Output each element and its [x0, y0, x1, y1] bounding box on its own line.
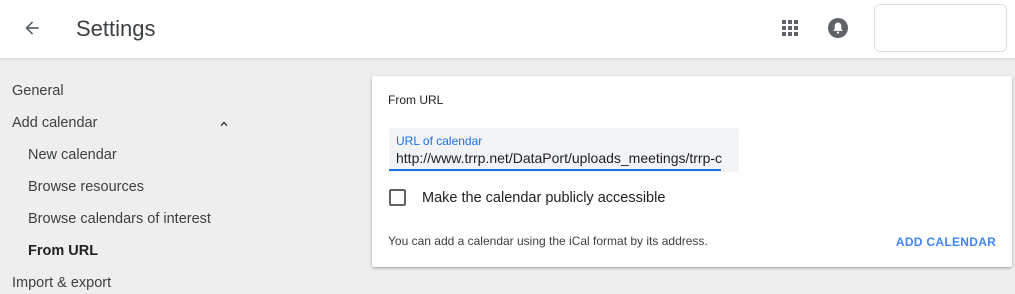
settings-sidebar: General Add calendar New calendar Browse… — [0, 60, 250, 294]
public-access-label[interactable]: Make the calendar publicly accessible — [422, 188, 665, 208]
from-url-card: From URL URL of calendar Make the calend… — [372, 76, 1012, 267]
apps-grid-icon — [782, 20, 798, 36]
apps-button[interactable] — [776, 14, 804, 42]
arrow-back-icon — [25, 21, 39, 35]
url-field[interactable]: URL of calendar — [389, 128, 739, 172]
notifications-button[interactable] — [824, 14, 852, 42]
collapse-add-calendar-button[interactable] — [215, 115, 233, 133]
add-calendar-button[interactable]: ADD CALENDAR — [892, 228, 1000, 256]
sidebar-item-import-export[interactable]: Import & export — [12, 271, 111, 294]
ical-hint-text: You can add a calendar using the iCal fo… — [388, 234, 708, 248]
sidebar-item-browse-resources[interactable]: Browse resources — [28, 175, 144, 199]
sidebar-item-new-calendar[interactable]: New calendar — [28, 143, 117, 167]
sidebar-item-general[interactable]: General — [12, 79, 64, 103]
sidebar-item-from-url[interactable]: From URL — [28, 239, 98, 263]
top-app-bar: Settings — [0, 0, 1015, 59]
sidebar-item-browse-calendars-of-interest[interactable]: Browse calendars of interest — [28, 207, 211, 231]
public-access-checkbox[interactable] — [389, 189, 406, 206]
card-title: From URL — [388, 93, 444, 107]
account-area[interactable] — [874, 4, 1007, 52]
page-title: Settings — [76, 16, 156, 41]
sidebar-item-add-calendar[interactable]: Add calendar — [12, 111, 97, 135]
url-field-underline — [389, 169, 721, 171]
chevron-up-icon — [220, 121, 228, 126]
notifications-icon — [828, 18, 848, 38]
calendar-url-input[interactable] — [395, 148, 735, 168]
url-field-label: URL of calendar — [396, 134, 483, 148]
back-button[interactable] — [16, 12, 48, 44]
